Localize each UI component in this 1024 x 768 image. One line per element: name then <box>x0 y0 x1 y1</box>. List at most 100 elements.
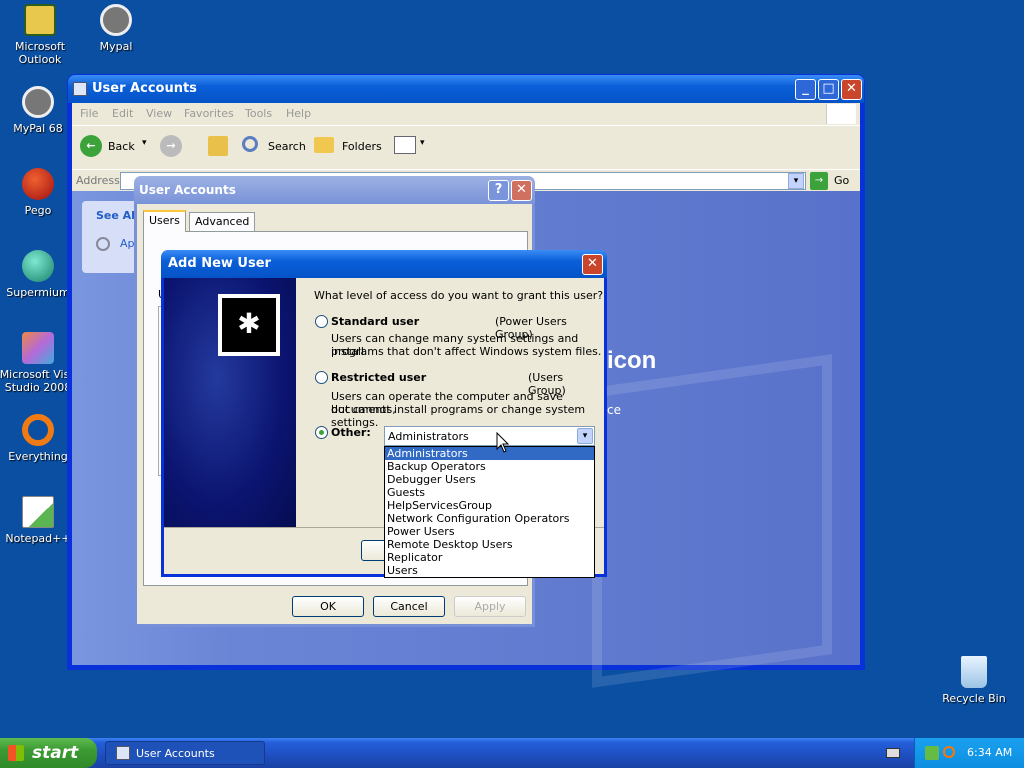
chevron-down-icon: ▾ <box>142 138 147 148</box>
help-button[interactable]: ? <box>488 180 509 201</box>
clock[interactable]: 6:34 AM <box>967 746 1012 759</box>
dropdown-arrow-button[interactable]: ▾ <box>577 428 593 444</box>
other-radio[interactable] <box>315 426 328 439</box>
toolbar: ← Back ▾ → Search Folders ▾ <box>72 125 860 169</box>
security-key-icon: ✱ <box>218 294 280 356</box>
mypal-icon <box>100 4 132 36</box>
desktop-icon-label: Microsoft Outlook <box>14 40 66 66</box>
restricted-user-label[interactable]: Restricted user <box>331 371 426 384</box>
add-user-title: Add New User <box>168 256 271 271</box>
dialog-close-button[interactable]: ✕ <box>511 180 532 201</box>
mouse-cursor-icon <box>496 432 510 453</box>
go-arrow-icon: → <box>810 172 828 190</box>
windows-logo-icon <box>826 104 856 124</box>
search-icon <box>242 136 258 152</box>
dropdown-option[interactable]: Backup Operators <box>385 460 594 473</box>
add-user-titlebar[interactable]: Add New User ✕ <box>161 250 607 278</box>
restricted-user-radio[interactable] <box>315 371 328 384</box>
pego-icon <box>22 168 54 200</box>
address-dropdown-button[interactable]: ▾ <box>788 173 804 189</box>
desktop-icon-label: MyPal 68 <box>13 122 63 135</box>
search-button[interactable]: Search <box>242 134 310 160</box>
tab-advanced[interactable]: Advanced <box>189 212 256 232</box>
explorer-title: User Accounts <box>92 81 197 96</box>
desktop-icon-outlook[interactable]: Microsoft Outlook <box>0 4 80 66</box>
desktop-icon-label: Recycle Bin <box>942 692 1006 705</box>
add-user-close-button[interactable]: ✕ <box>582 254 603 275</box>
views-button[interactable]: ▾ <box>394 136 430 156</box>
window-icon <box>73 82 87 96</box>
standard-user-radio[interactable] <box>315 315 328 328</box>
taskbar-item-user-accounts[interactable]: User Accounts <box>105 741 265 765</box>
radio-selected-dot <box>319 430 324 435</box>
chevron-down-icon: ▾ <box>420 138 425 148</box>
forward-arrow-icon[interactable]: → <box>160 135 182 157</box>
menu-bar: File Edit View Favorites Tools Help <box>72 103 860 125</box>
group-select[interactable]: Administrators ▾ <box>384 426 595 446</box>
wizard-banner-image: ✱ <box>164 278 296 527</box>
desktop-icon-mypal[interactable]: Mypal <box>76 4 156 53</box>
desktop-icon-label: Notepad++ <box>5 532 71 545</box>
supermium-icon <box>22 250 54 282</box>
user-accounts-icon <box>116 746 130 760</box>
everything-icon <box>22 414 54 446</box>
other-label[interactable]: Other: <box>331 426 371 439</box>
user-accounts-titlebar[interactable]: User Accounts ? ✕ <box>134 176 535 204</box>
search-icon[interactable] <box>943 746 955 758</box>
close-button[interactable]: ✕ <box>841 79 862 100</box>
desktop-icon-label: Pego <box>24 204 52 217</box>
group-select-value: Administrators <box>388 430 469 443</box>
see-also-link[interactable]: Ap <box>120 237 135 250</box>
menu-tools[interactable]: Tools <box>245 107 272 120</box>
folder-icon <box>314 137 334 153</box>
group-dropdown-list: Administrators Backup Operators Debugger… <box>384 446 595 578</box>
keyboard-icon[interactable] <box>886 748 900 758</box>
menu-help[interactable]: Help <box>286 107 311 120</box>
watermark-check-icon <box>592 354 832 688</box>
dropdown-option[interactable]: Network Configuration Operators <box>385 512 594 525</box>
notepadpp-icon <box>22 496 54 528</box>
dropdown-option[interactable]: Debugger Users <box>385 473 594 486</box>
menu-view[interactable]: View <box>146 107 172 120</box>
go-button[interactable]: → Go <box>810 172 858 190</box>
maximize-button[interactable]: □ <box>818 79 839 100</box>
outlook-icon <box>24 4 56 36</box>
dialog-title: User Accounts <box>139 183 236 197</box>
dropdown-option[interactable]: Users <box>385 564 594 577</box>
menu-favorites[interactable]: Favorites <box>184 107 234 120</box>
dropdown-option[interactable]: HelpServicesGroup <box>385 499 594 512</box>
desktop-icon-recycle-bin[interactable]: Recycle Bin <box>934 656 1014 705</box>
menu-file[interactable]: File <box>80 107 98 120</box>
system-tray: 6:34 AM <box>914 738 1024 768</box>
folders-button[interactable]: Folders <box>314 134 384 160</box>
views-icon <box>394 136 416 154</box>
chevron-down-icon: ▾ <box>582 431 588 441</box>
start-button[interactable]: start <box>0 738 97 768</box>
minimize-button[interactable]: _ <box>795 79 816 100</box>
dropdown-option[interactable]: Guests <box>385 486 594 499</box>
network-icon[interactable] <box>925 746 939 760</box>
dropdown-option[interactable]: Remote Desktop Users <box>385 538 594 551</box>
desktop-icon-label: Mypal <box>99 40 133 53</box>
dropdown-option[interactable]: Power Users <box>385 525 594 538</box>
standard-user-label[interactable]: Standard user <box>331 315 419 328</box>
dropdown-option[interactable]: Replicator <box>385 551 594 564</box>
desktop-icon-label: Microsoft Visu Studio 2008 <box>0 368 77 394</box>
back-button[interactable]: ← Back ▾ <box>80 134 154 160</box>
background-title: icon <box>607 347 657 374</box>
mypal-icon <box>22 86 54 118</box>
up-folder-icon[interactable] <box>208 136 228 156</box>
windows-flag-icon <box>8 745 24 761</box>
explorer-titlebar[interactable]: User Accounts _ □ ✕ <box>68 75 864 103</box>
taskbar: start User Accounts 6:34 AM <box>0 738 1024 768</box>
ok-button[interactable]: OK <box>292 596 364 617</box>
apply-button[interactable]: Apply <box>454 596 526 617</box>
visual-studio-icon <box>22 332 54 364</box>
cancel-button[interactable]: Cancel <box>373 596 445 617</box>
desktop-icon-label: Everything <box>8 450 68 463</box>
desktop-icon-label: Supermium <box>6 286 70 299</box>
back-arrow-icon: ← <box>80 135 102 157</box>
dropdown-option[interactable]: Administrators <box>385 447 594 460</box>
menu-edit[interactable]: Edit <box>112 107 133 120</box>
tab-users[interactable]: Users <box>143 210 186 232</box>
